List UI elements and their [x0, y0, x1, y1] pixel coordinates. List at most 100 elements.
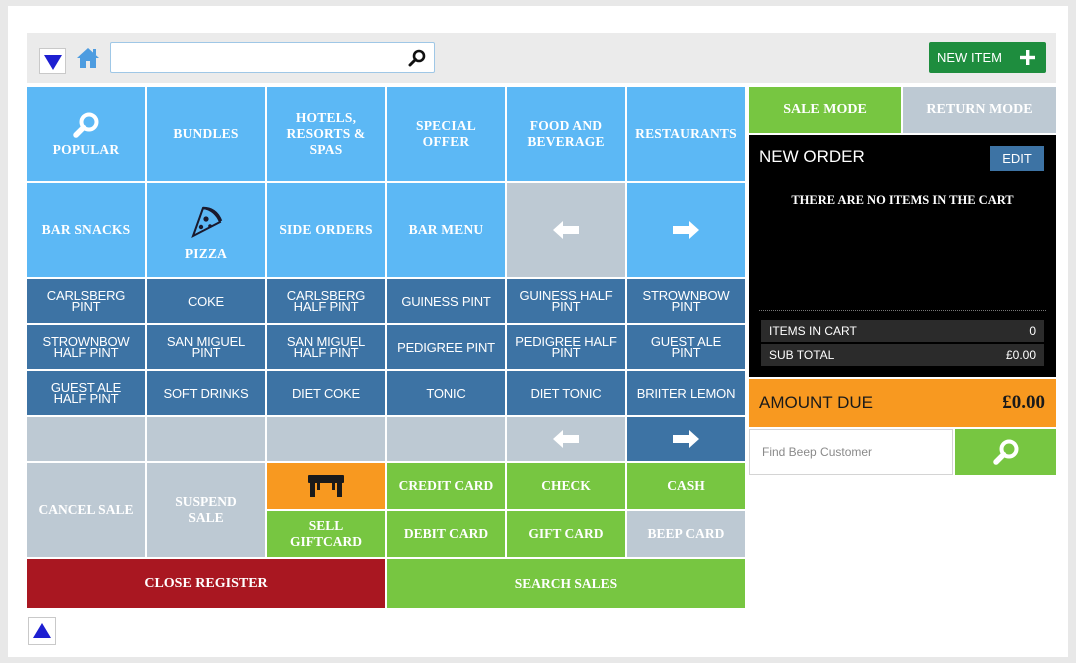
cash-label: CASH: [667, 478, 705, 493]
sell-giftcard-button[interactable]: SELL GIFTCARD: [267, 511, 385, 557]
beep-card-button[interactable]: BEEP CARD: [627, 511, 745, 557]
table-button[interactable]: [267, 463, 385, 509]
empty-cart-message: THERE ARE NO ITEMS IN THE CART: [791, 193, 1014, 207]
gift-card-button[interactable]: GIFT CARD: [507, 511, 625, 557]
cancel-sale-button[interactable]: CANCEL SALE: [27, 463, 145, 557]
product-button[interactable]: CARLSBERG HALF PINT: [267, 279, 385, 323]
check-label: CHECK: [541, 478, 591, 493]
product-prev-page-button[interactable]: [507, 417, 625, 461]
product-empty-slot: [267, 417, 385, 461]
return-mode-tab[interactable]: RETURN MODE: [903, 87, 1056, 133]
product-label: GUEST ALE PINT: [650, 334, 722, 360]
product-empty-slot: [387, 417, 505, 461]
category-side-orders[interactable]: SIDE ORDERS: [267, 183, 385, 277]
product-button[interactable]: TONIC: [387, 371, 505, 415]
new-item-label: NEW ITEM: [937, 50, 1002, 65]
product-button[interactable]: SOFT DRINKS: [147, 371, 265, 415]
category-bar-snacks[interactable]: BAR SNACKS: [27, 183, 145, 277]
category-bar-menu[interactable]: BAR MENU: [387, 183, 505, 277]
subtotal-row: SUB TOTAL £0.00: [761, 344, 1044, 366]
cash-button[interactable]: CASH: [627, 463, 745, 509]
product-label: PEDIGREE HALF PINT: [515, 334, 617, 360]
product-label: STROWNBOW HALF PINT: [42, 334, 130, 360]
product-button[interactable]: SAN MIGUEL PINT: [147, 325, 265, 369]
suspend-sale-button[interactable]: SUSPEND SALE: [147, 463, 265, 557]
product-label: BRIITER LEMON: [636, 385, 736, 401]
product-label: DIET TONIC: [530, 385, 602, 401]
suspend-sale-label: SUSPEND SALE: [175, 494, 237, 525]
product-button[interactable]: COKE: [147, 279, 265, 323]
product-empty-slot: [147, 417, 265, 461]
search-sales-label: SEARCH SALES: [514, 575, 618, 591]
product-label: CARLSBERG HALF PINT: [286, 288, 366, 314]
search-icon[interactable]: [408, 49, 426, 67]
magnifier-icon: [73, 112, 99, 138]
items-in-cart-label: ITEMS IN CART: [769, 324, 857, 338]
edit-button[interactable]: EDIT: [990, 146, 1044, 171]
new-item-button[interactable]: NEW ITEM: [929, 42, 1046, 73]
arrow-right-icon: [673, 430, 699, 448]
category-bundles[interactable]: BUNDLES: [147, 87, 265, 181]
product-button[interactable]: PEDIGREE PINT: [387, 325, 505, 369]
arrow-left-icon: [553, 221, 579, 239]
category-prev-page-button[interactable]: [507, 183, 625, 277]
return-mode-label: RETURN MODE: [926, 102, 1033, 117]
plus-icon: [1020, 50, 1035, 65]
chevron-down-icon[interactable]: [39, 48, 66, 74]
product-label: GUINESS HALF PINT: [519, 288, 613, 314]
product-button[interactable]: STROWNBOW PINT: [627, 279, 745, 323]
product-label: PEDIGREE PINT: [397, 339, 495, 355]
product-button[interactable]: BRIITER LEMON: [627, 371, 745, 415]
items-in-cart-row: ITEMS IN CART 0: [761, 320, 1044, 342]
credit-card-button[interactable]: CREDIT CARD: [387, 463, 505, 509]
customer-search-button[interactable]: [955, 429, 1056, 475]
product-button[interactable]: GUINESS PINT: [387, 279, 505, 323]
product-button[interactable]: CARLSBERG PINT: [27, 279, 145, 323]
home-icon[interactable]: [75, 46, 101, 70]
category-label: BAR SNACKS: [41, 222, 131, 237]
product-label: STROWNBOW PINT: [642, 288, 730, 314]
search-sales-button[interactable]: SEARCH SALES: [387, 559, 745, 608]
product-button[interactable]: GUEST ALE HALF PINT: [27, 371, 145, 415]
chevron-up-icon[interactable]: [28, 617, 56, 645]
pizza-icon: [191, 206, 223, 239]
close-register-button[interactable]: CLOSE REGISTER: [27, 559, 385, 608]
category-food-and-beverage[interactable]: FOOD AND BEVERAGE: [507, 87, 625, 181]
product-button[interactable]: GUINESS HALF PINT: [507, 279, 625, 323]
product-label: GUINESS PINT: [401, 293, 491, 309]
category-next-page-button[interactable]: [627, 183, 745, 277]
product-button[interactable]: GUEST ALE PINT: [627, 325, 745, 369]
sale-mode-tab[interactable]: SALE MODE: [749, 87, 901, 133]
category-label: RESTAURANTS: [635, 126, 737, 141]
category-label: SPECIAL OFFER: [416, 118, 476, 149]
product-search-input[interactable]: [121, 47, 405, 69]
category-label: HOTELS, RESORTS & SPAS: [286, 110, 366, 157]
category-pizza[interactable]: PIZZA: [147, 183, 265, 277]
debit-card-label: DEBIT CARD: [403, 526, 489, 541]
product-label: SAN MIGUEL PINT: [166, 334, 246, 360]
category-restaurants[interactable]: RESTAURANTS: [627, 87, 745, 181]
edit-label: EDIT: [1002, 151, 1032, 166]
category-label: POPULAR: [52, 141, 120, 157]
product-button[interactable]: PEDIGREE HALF PINT: [507, 325, 625, 369]
sale-mode-label: SALE MODE: [783, 102, 867, 117]
amount-due-bar: AMOUNT DUE £0.00: [749, 379, 1056, 427]
product-button[interactable]: STROWNBOW HALF PINT: [27, 325, 145, 369]
category-label: BUNDLES: [173, 126, 239, 141]
debit-card-button[interactable]: DEBIT CARD: [387, 511, 505, 557]
category-hotels[interactable]: HOTELS, RESORTS & SPAS: [267, 87, 385, 181]
product-button[interactable]: DIET TONIC: [507, 371, 625, 415]
product-label: GUEST ALE HALF PINT: [50, 380, 122, 406]
cancel-sale-label: CANCEL SALE: [38, 502, 134, 517]
sell-giftcard-label: SELL GIFTCARD: [290, 518, 363, 549]
product-search[interactable]: [110, 42, 435, 73]
customer-search-input[interactable]: [760, 444, 949, 460]
category-special-offer[interactable]: SPECIAL OFFER: [387, 87, 505, 181]
product-button[interactable]: SAN MIGUEL HALF PINT: [267, 325, 385, 369]
product-next-page-button[interactable]: [627, 417, 745, 461]
product-empty-slot: [27, 417, 145, 461]
product-button[interactable]: DIET COKE: [267, 371, 385, 415]
check-button[interactable]: CHECK: [507, 463, 625, 509]
customer-search-field[interactable]: [749, 429, 953, 475]
category-popular[interactable]: POPULAR: [27, 87, 145, 181]
